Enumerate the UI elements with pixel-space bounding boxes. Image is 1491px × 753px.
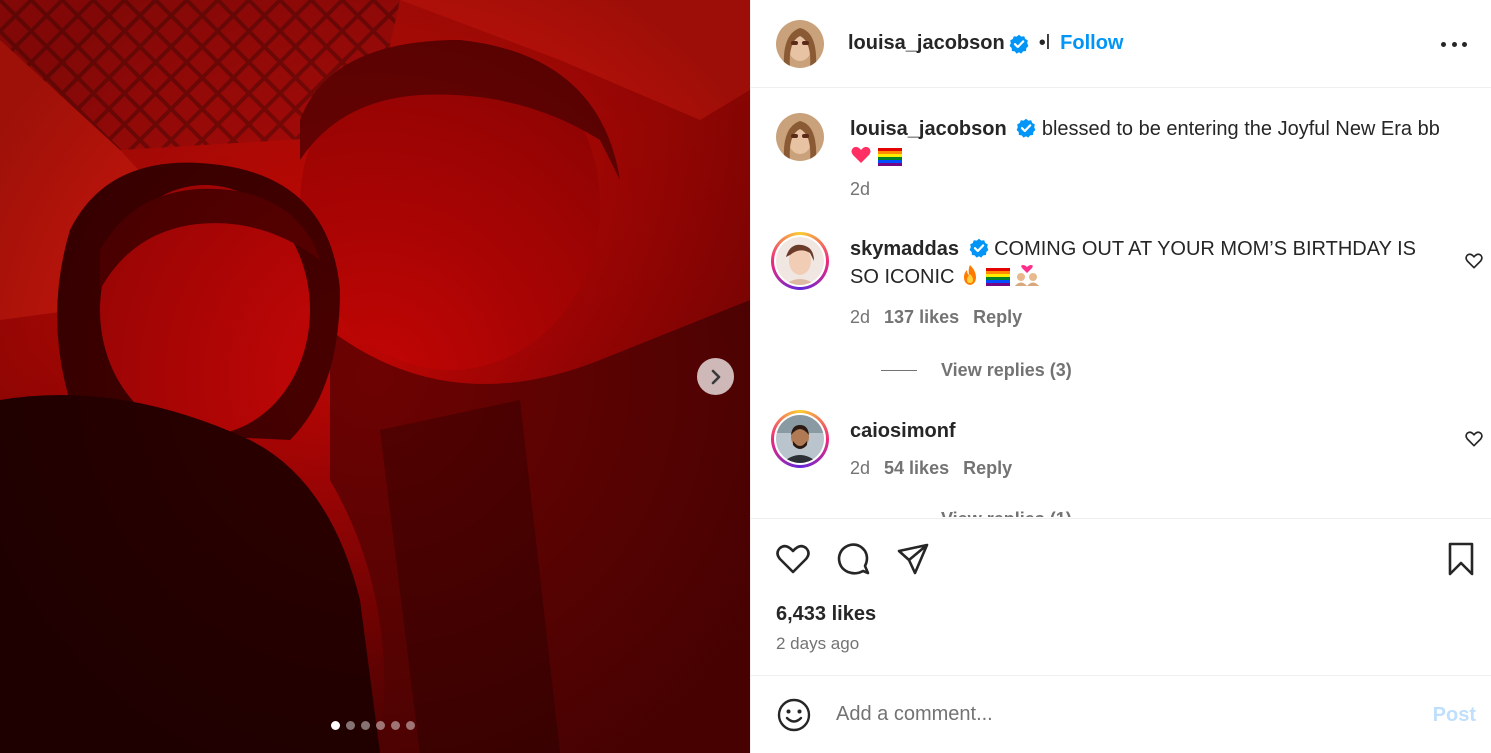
like-comment-heart-icon[interactable] (1464, 251, 1484, 271)
fire-icon (964, 265, 977, 285)
comment-username[interactable]: caiosimonf (850, 420, 956, 442)
share-send-icon[interactable] (895, 541, 931, 577)
carousel-dot (391, 721, 400, 730)
caption-author-avatar[interactable] (776, 113, 824, 161)
caption-author-avatar-image (776, 113, 824, 161)
caption-text: blessed to be entering the Joyful New Er… (1041, 118, 1440, 140)
comment-time: 2d (850, 307, 871, 327)
commenter-avatar-image (776, 237, 824, 285)
chevron-right-icon (711, 369, 720, 384)
comment-meta: 2d 54 likes Reply (850, 458, 1012, 479)
carousel-dot (346, 721, 355, 730)
reply-button[interactable]: Reply (963, 458, 1012, 478)
like-comment-heart-icon[interactable] (1464, 429, 1484, 449)
rainbow-flag-icon (877, 148, 902, 166)
caption-time: 2d (850, 179, 871, 199)
post-header: louisa_jacobson •l Follow (751, 0, 1491, 88)
comment-meta: 2d 137 likes Reply (850, 307, 1022, 328)
heart-icon (851, 146, 871, 163)
next-image-button[interactable] (697, 358, 734, 395)
story-ring[interactable] (771, 232, 829, 290)
instagram-post-modal: louisa_jacobson •l Follow louisa_jacobso… (0, 0, 1491, 753)
add-comment-bar: Post (751, 675, 1491, 753)
author-username[interactable]: louisa_jacobson (848, 32, 1005, 55)
commenter-avatar (776, 415, 824, 463)
replies-divider (881, 370, 917, 371)
caption-body: louisa_jacobson blessed to be entering t… (850, 115, 1450, 171)
story-ring[interactable] (771, 410, 829, 468)
comment-bubble-icon[interactable] (835, 541, 871, 577)
view-replies-button[interactable]: View replies (3) (881, 360, 1072, 381)
commenter-avatar (776, 237, 824, 285)
emoji-picker-icon[interactable] (776, 697, 812, 733)
comment-likes[interactable]: 54 likes (884, 458, 949, 478)
view-replies-button[interactable]: View replies (1) (881, 509, 1072, 517)
caption-username[interactable]: louisa_jacobson (850, 118, 1007, 140)
more-options-icon[interactable] (1441, 32, 1467, 56)
post-media[interactable] (0, 0, 750, 753)
commenter-avatar-image (776, 415, 824, 463)
like-count[interactable]: 6,433 likes (776, 603, 876, 626)
carousel-dot (331, 721, 340, 730)
carousel-dot (361, 721, 370, 730)
author-avatar-image (776, 19, 824, 68)
save-bookmark-icon[interactable] (1443, 541, 1479, 577)
post-side-panel: louisa_jacobson •l Follow louisa_jacobso… (750, 0, 1491, 753)
comment-input[interactable] (836, 703, 1396, 726)
post-photo (0, 0, 750, 753)
comment-username[interactable]: skymaddas (850, 238, 959, 260)
comments-list[interactable]: louisa_jacobson blessed to be entering t… (751, 89, 1491, 517)
follow-button[interactable]: Follow (1060, 32, 1123, 55)
header-separator: •l (1038, 32, 1051, 54)
comment-time: 2d (850, 458, 871, 478)
post-actions: 6,433 likes 2 days ago (751, 518, 1491, 675)
comment-body: caiosimonf (850, 417, 1450, 445)
comment-body: skymaddas COMING OUT AT YOUR MOM’S BIRTH… (850, 235, 1450, 291)
post-comment-button[interactable]: Post (1433, 704, 1476, 727)
posted-ago: 2 days ago (776, 634, 860, 653)
comment-likes[interactable]: 137 likes (884, 307, 959, 327)
verified-badge-icon (1009, 34, 1029, 54)
verified-badge-icon (1016, 118, 1036, 138)
reply-button[interactable]: Reply (973, 307, 1022, 327)
carousel-dot (406, 721, 415, 730)
verified-badge-icon (969, 238, 988, 258)
rainbow-flag-icon (985, 268, 1010, 286)
author-avatar[interactable] (776, 19, 824, 68)
couple-heart-icon (1015, 265, 1040, 286)
like-heart-icon[interactable] (775, 541, 811, 577)
view-replies-label: View replies (1) (941, 509, 1072, 517)
view-replies-label: View replies (3) (941, 360, 1072, 380)
carousel-dot (376, 721, 385, 730)
carousel-indicator (331, 721, 415, 730)
